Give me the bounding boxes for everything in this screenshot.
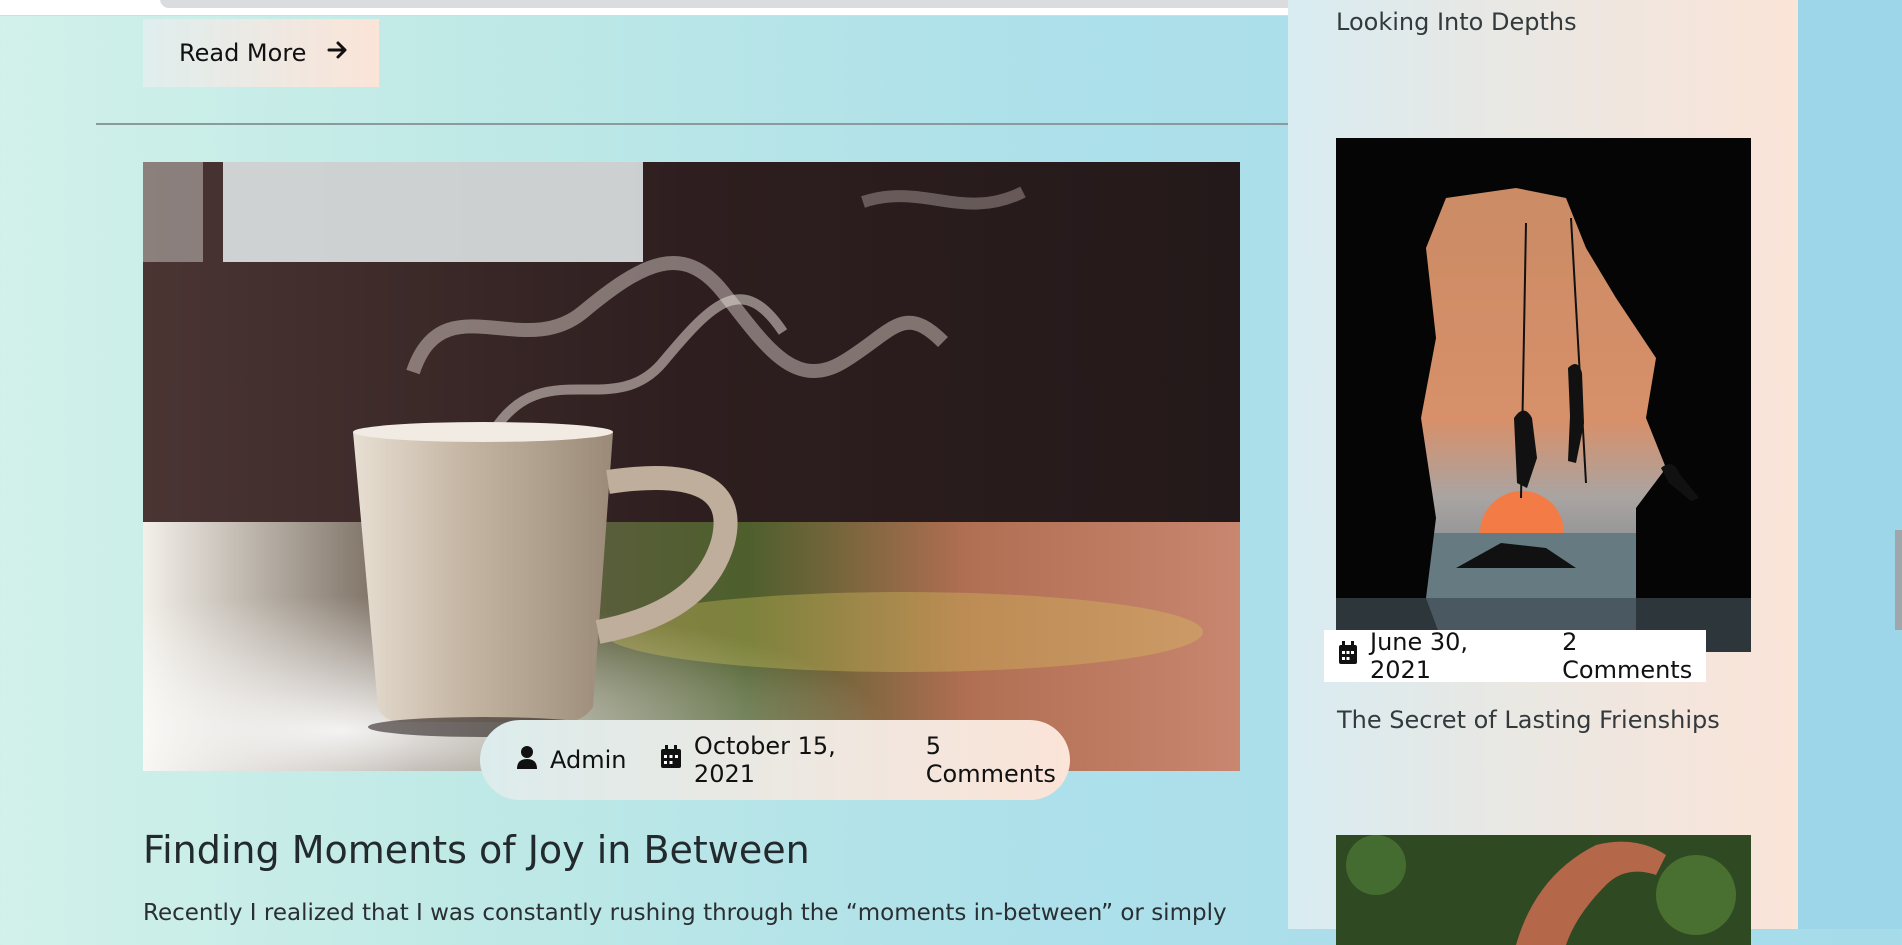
sidebar-post-prev: Looking Into Depths — [1288, 0, 1798, 89]
sidebar-post-next — [1288, 787, 1798, 945]
post-title[interactable]: Finding Moments of Joy in Between — [143, 828, 810, 872]
post-divider — [96, 123, 1288, 125]
calendar-icon — [660, 745, 682, 775]
calendar-icon — [1338, 641, 1358, 671]
post-comments[interactable]: 5 Comments — [926, 732, 1070, 788]
sidebar-post-comments[interactable]: 2 Comments — [1562, 628, 1706, 684]
featured-image-coffee[interactable] — [143, 162, 1240, 771]
sidebar-post-card: June 30, 2021 2 Comments The Secret of L… — [1288, 89, 1798, 787]
post-date[interactable]: October 15, 2021 — [694, 732, 892, 788]
sidebar-post-image-swing[interactable] — [1336, 138, 1751, 652]
read-more-button[interactable]: Read More — [143, 19, 379, 87]
sidebar-post-title[interactable]: The Secret of Lasting Frienships — [1337, 706, 1720, 734]
sidebar: Looking Into Depths June 30, 2021 2 Comm… — [1288, 0, 1798, 945]
sidebar-post-title-prev[interactable]: Looking Into Depths — [1336, 8, 1577, 36]
post-author[interactable]: Admin — [550, 746, 627, 774]
read-more-label: Read More — [179, 39, 307, 67]
sidebar-post-date[interactable]: June 30, 2021 — [1370, 628, 1527, 684]
post-meta: Admin October 15, 2021 5 Comments — [480, 720, 1070, 800]
arrow-right-icon — [326, 38, 350, 68]
post-excerpt: Recently I realized that I was constantl… — [143, 900, 1227, 926]
user-icon — [516, 745, 538, 775]
page-right-margin — [1798, 0, 1902, 929]
scrollbar-thumb[interactable] — [1895, 530, 1902, 630]
sidebar-post-meta: June 30, 2021 2 Comments — [1324, 628, 1706, 684]
